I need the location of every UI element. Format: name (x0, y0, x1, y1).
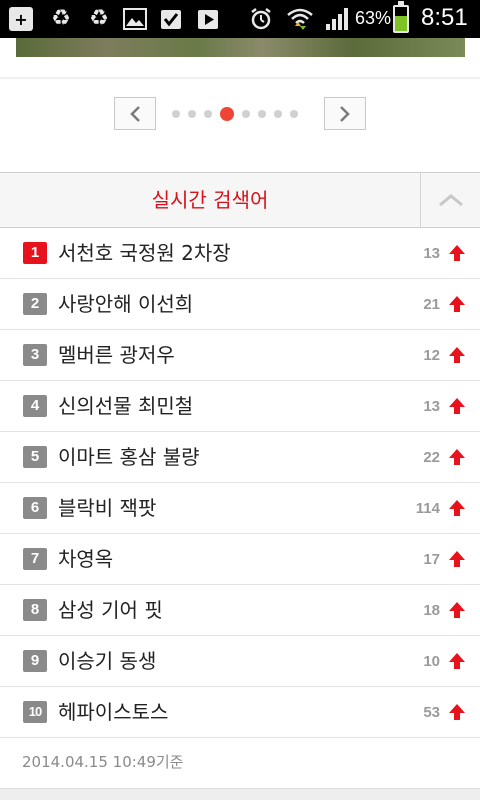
page-dot (242, 110, 250, 118)
keyword-row[interactable]: 2 사랑안해 이선희 21 (0, 279, 480, 330)
keyword-text[interactable]: 사랑안해 이선희 (58, 279, 193, 330)
signal-icon (323, 6, 353, 32)
battery-icon (393, 1, 409, 33)
bottom-bar (0, 788, 480, 800)
play-icon (195, 6, 221, 32)
rise-count: 21 (423, 296, 440, 313)
recycle-icon: ♻ (89, 6, 109, 31)
page-dot (258, 110, 266, 118)
rank-badge: 4 (23, 395, 47, 417)
page-dot (188, 110, 196, 118)
rise-count: 10 (423, 653, 440, 670)
section-title[interactable]: 실시간 검색어 (0, 173, 420, 227)
realtime-search-section: 실시간 검색어 1 서천호 국정원 2차장 13 2 사랑안해 이선희 21 3 멜버른 광저… (0, 172, 480, 738)
page-dot-active (220, 107, 234, 121)
section-header: 실시간 검색어 (0, 172, 480, 228)
rank-badge: 3 (23, 344, 47, 366)
page-dot (274, 110, 282, 118)
arrow-up-icon (449, 704, 465, 720)
keyword-text[interactable]: 이승기 동생 (58, 636, 156, 687)
keyword-row[interactable]: 1 서천호 국정원 2차장 13 (0, 228, 480, 279)
page-indicator (172, 107, 306, 121)
rank-badge: 6 (23, 497, 47, 519)
wifi-icon (285, 6, 315, 32)
rise-count: 13 (423, 245, 440, 262)
rise-count: 53 (423, 704, 440, 721)
arrow-up-icon (449, 347, 465, 363)
keyword-row[interactable]: 7 차영옥 17 (0, 534, 480, 585)
keyword-list: 1 서천호 국정원 2차장 13 2 사랑안해 이선희 21 3 멜버른 광저우 12 4 신의선물… (0, 228, 480, 738)
keyword-text[interactable]: 삼성 기어 핏 (58, 585, 163, 636)
keyword-text[interactable]: 차영옥 (58, 534, 113, 585)
keyword-row[interactable]: 3 멜버른 광저우 12 (0, 330, 480, 381)
chevron-right-icon (340, 105, 350, 122)
arrow-up-icon (449, 653, 465, 669)
rank-badge: 7 (23, 548, 47, 570)
keyword-row[interactable]: 9 이승기 동생 10 (0, 636, 480, 687)
keyword-text[interactable]: 서천호 국정원 2차장 (58, 228, 231, 279)
divider (0, 77, 480, 79)
check-icon (158, 6, 184, 32)
rise-count: 22 (423, 449, 440, 466)
banner-image[interactable] (16, 38, 465, 57)
battery-percent: 63% (355, 8, 392, 28)
next-page-button[interactable] (324, 97, 366, 130)
rank-badge: 8 (23, 599, 47, 621)
arrow-up-icon (449, 245, 465, 261)
recycle-icon: ♻ (51, 6, 71, 31)
rank-badge: 5 (23, 446, 47, 468)
chevron-up-icon (438, 194, 463, 207)
rank-badge: 2 (23, 293, 47, 315)
page-dot (204, 110, 212, 118)
keyword-row[interactable]: 5 이마트 홍삼 불량 22 (0, 432, 480, 483)
keyword-text[interactable]: 신의선물 최민철 (58, 381, 193, 432)
arrow-up-icon (449, 296, 465, 312)
keyword-text[interactable]: 블락비 잭팟 (58, 483, 156, 534)
rise-count: 13 (423, 398, 440, 415)
page-dot (290, 110, 298, 118)
arrow-up-icon (449, 449, 465, 465)
arrow-up-icon (449, 551, 465, 567)
rise-count: 18 (423, 602, 440, 619)
keyword-row[interactable]: 10 헤파이스토스 53 (0, 687, 480, 738)
arrow-up-icon (449, 500, 465, 516)
keyword-row[interactable]: 6 블락비 잭팟 114 (0, 483, 480, 534)
arrow-up-icon (449, 602, 465, 618)
rank-badge: 1 (23, 242, 47, 264)
rank-badge: 9 (23, 650, 47, 672)
collapse-button[interactable] (420, 173, 480, 227)
rise-count: 12 (423, 347, 440, 364)
keyword-row[interactable]: 4 신의선물 최민철 13 (0, 381, 480, 432)
rank-badge: 10 (23, 701, 47, 723)
alarm-icon (248, 6, 274, 32)
keyword-text[interactable]: 멜버른 광저우 (58, 330, 175, 381)
rise-count: 17 (423, 551, 440, 568)
keyword-text[interactable]: 헤파이스토스 (58, 687, 168, 738)
arrow-up-icon (449, 398, 465, 414)
add-icon: + (8, 6, 34, 32)
keyword-row[interactable]: 8 삼성 기어 핏 18 (0, 585, 480, 636)
status-bar: + ♻ ♻ 63% 8:51 (0, 0, 480, 38)
page-dot (172, 110, 180, 118)
clock: 8:51 (421, 4, 468, 31)
rise-count: 114 (415, 500, 440, 517)
update-timestamp: 2014.04.15 10:49기준 (22, 753, 184, 771)
keyword-text[interactable]: 이마트 홍삼 불량 (58, 432, 200, 483)
battery-level (395, 15, 407, 31)
prev-page-button[interactable] (114, 97, 156, 130)
image-icon (122, 6, 148, 32)
chevron-left-icon (130, 105, 140, 122)
